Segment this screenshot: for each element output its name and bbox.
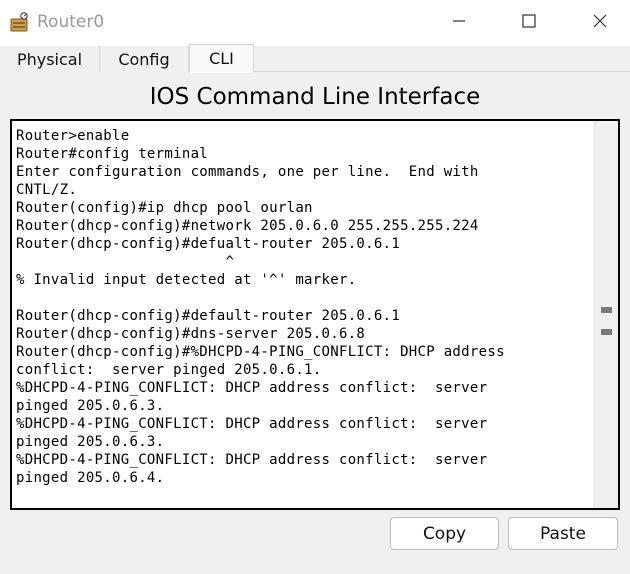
copy-button[interactable]: Copy [390, 517, 499, 550]
tab-bar: Physical Config CLI [0, 44, 630, 73]
router-window: Router0 Physical Config CLI IOS Command … [0, 0, 630, 574]
paste-button[interactable]: Paste [508, 517, 618, 550]
tab-config[interactable]: Config [100, 46, 189, 72]
terminal-line: pinged 205.0.6.3. [16, 434, 165, 450]
terminal-line: conflict: server pinged 205.0.6.1. [16, 362, 322, 378]
cli-terminal[interactable]: Router>enable Router#config terminal Enter… [10, 119, 620, 510]
maximize-button[interactable] [506, 0, 552, 46]
terminal-line: %DHCPD-4-PING_CONFLICT: DHCP address con… [16, 416, 488, 432]
terminal-line: Router(dhcp-config)#defualt-router 205.0… [16, 236, 401, 252]
maximize-icon [521, 13, 537, 33]
title-bar[interactable]: Router0 [0, 0, 630, 46]
terminal-line: Enter configuration commands, one per li… [16, 164, 479, 180]
terminal-line: Router(dhcp-config)#%DHCPD-4-PING_CONFLI… [16, 344, 505, 360]
terminal-line: % Invalid input detected at '^' marker. [16, 272, 357, 288]
terminal-line: %DHCPD-4-PING_CONFLICT: DHCP address con… [16, 380, 488, 396]
terminal-line: Router#config terminal [16, 146, 209, 162]
terminal-line: ^ [16, 254, 235, 270]
tab-physical[interactable]: Physical [0, 46, 100, 72]
cli-heading: IOS Command Line Interface [149, 84, 481, 110]
terminal-line: Router(config)#ip dhcp pool ourlan [16, 200, 313, 216]
terminal-line: pinged 205.0.6.3. [16, 398, 165, 414]
tab-cli[interactable]: CLI [189, 44, 254, 73]
close-button[interactable] [577, 0, 623, 46]
terminal-scrollbar[interactable] [594, 121, 618, 508]
terminal-line: pinged 205.0.6.4. [16, 470, 165, 486]
minimize-icon [451, 13, 467, 33]
terminal-line: Router>enable [16, 128, 130, 144]
router-icon [8, 11, 32, 35]
terminal-line: %DHCPD-4-PING_CONFLICT: DHCP address con… [16, 452, 488, 468]
scroll-marker [601, 329, 612, 335]
minimize-button[interactable] [436, 0, 482, 46]
scroll-marker [601, 307, 612, 313]
terminal-line: Router(dhcp-config)#dns-server 205.0.6.8 [16, 326, 366, 342]
terminal-line: Router(dhcp-config)#network 205.0.6.0 25… [16, 218, 479, 234]
window-title: Router0 [37, 12, 105, 32]
terminal-line: CNTL/Z. [16, 182, 78, 198]
close-icon [592, 13, 608, 33]
terminal-line: Router(dhcp-config)#default-router 205.0… [16, 308, 401, 324]
terminal-output[interactable]: Router>enable Router#config terminal Enter… [16, 127, 594, 507]
